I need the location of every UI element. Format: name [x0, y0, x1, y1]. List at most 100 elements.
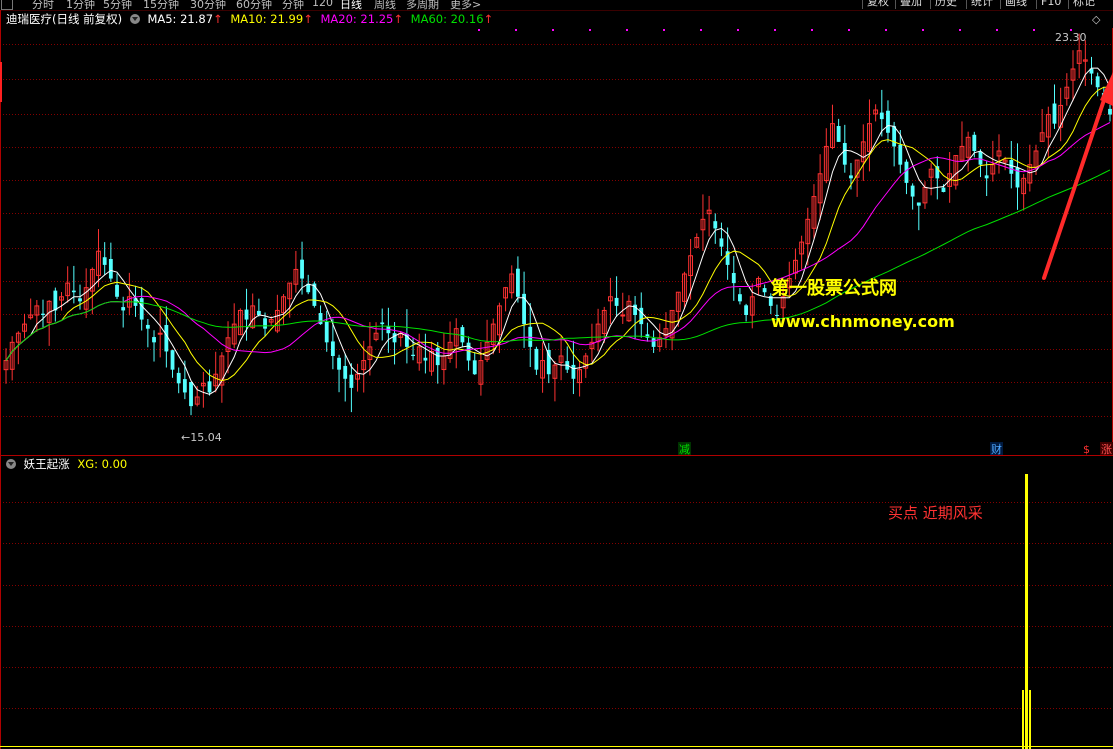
ma10-line	[5, 86, 1110, 382]
candle-body	[300, 259, 304, 279]
candle-body	[886, 110, 890, 133]
candle-body	[941, 187, 946, 192]
candle-body	[571, 364, 576, 379]
candle-body	[972, 134, 977, 151]
candle-body	[108, 258, 113, 279]
candlestick-series	[3, 33, 1112, 416]
candle-body	[892, 126, 897, 147]
candle-body	[152, 337, 156, 343]
event-dot	[959, 29, 961, 31]
event-dot	[552, 29, 554, 31]
event-dot	[737, 29, 739, 31]
candle-body	[256, 310, 261, 315]
event-dot	[996, 29, 998, 31]
event-dot	[811, 29, 813, 31]
event-dot	[774, 29, 776, 31]
ma5-line	[5, 67, 1111, 395]
candle-body	[182, 379, 187, 393]
candle-body	[910, 185, 915, 197]
candle-body	[170, 350, 175, 370]
candle-body	[984, 175, 989, 179]
candle-body	[916, 202, 921, 206]
candle-body	[337, 357, 341, 370]
event-dot	[1033, 29, 1035, 31]
candle-body	[1009, 159, 1014, 174]
candle-body	[836, 125, 841, 142]
candle-body	[115, 284, 119, 297]
candle-body	[176, 372, 181, 384]
candle-body	[842, 143, 847, 165]
candle-body	[1052, 103, 1057, 124]
event-dots	[478, 29, 1072, 31]
grid-lines	[0, 10, 1113, 749]
event-dot	[626, 29, 628, 31]
event-dot	[478, 29, 480, 31]
candle-body	[189, 382, 193, 407]
diamond-icon[interactable]: ◇	[1092, 13, 1101, 26]
buy-note: 买点 近期风采	[888, 504, 983, 522]
candle-body	[719, 238, 724, 247]
candle-body	[349, 374, 354, 388]
moving-average-lines	[5, 67, 1111, 395]
marker-zhang[interactable]: 涨	[1101, 443, 1112, 456]
candle-body	[164, 325, 169, 352]
candle-body	[121, 307, 126, 311]
candle-body	[546, 349, 551, 375]
candle-body	[380, 322, 385, 325]
event-dot	[700, 29, 702, 31]
candle-body	[139, 298, 144, 320]
candle-body	[651, 338, 656, 347]
candle-body	[849, 175, 853, 179]
candle-body	[879, 112, 884, 120]
candle-body	[71, 290, 76, 293]
event-dot	[885, 29, 887, 31]
candle-body	[423, 357, 428, 361]
candle-body	[411, 354, 415, 356]
candle-body	[330, 341, 335, 356]
candle-body	[534, 348, 539, 370]
candle-body	[78, 298, 82, 302]
candle-body	[324, 321, 329, 343]
candle-body	[392, 333, 397, 343]
event-dot	[589, 29, 591, 31]
candle-body	[639, 307, 644, 325]
high-price-label: 23.30	[1055, 31, 1087, 44]
candle-body	[731, 273, 736, 284]
marker-dollar[interactable]: $	[1083, 443, 1090, 456]
candle-body	[898, 144, 903, 165]
candle-body	[53, 290, 58, 311]
candle-body	[515, 268, 520, 297]
marker-jian[interactable]: 减	[679, 443, 690, 456]
marker-cai[interactable]: 财	[991, 442, 1002, 456]
left-edge-highlight	[0, 62, 2, 102]
candle-body	[157, 332, 163, 335]
event-dot	[922, 29, 924, 31]
low-price-label: ←15.04	[181, 431, 222, 444]
candle-body	[102, 257, 107, 265]
watermark-cn: 第一股票公式网	[771, 277, 897, 299]
event-dot	[848, 29, 850, 31]
watermark-url: www.chnmoney.com	[771, 312, 955, 331]
chart-canvas[interactable]: 23.30 ◇ ←15.04 第一股票公式网 www.chnmoney.com …	[0, 0, 1113, 749]
candle-body	[207, 381, 212, 393]
candle-body	[713, 221, 718, 229]
candle-body	[472, 360, 477, 375]
candle-body	[744, 305, 749, 315]
candle-body	[978, 151, 983, 165]
xg-signal-bar-right	[1029, 690, 1031, 749]
candle-body	[343, 365, 348, 379]
ma60-line	[5, 169, 1111, 361]
candle-body	[41, 313, 45, 315]
xg-signal-bar	[1025, 474, 1028, 749]
candle-body	[620, 314, 626, 317]
event-dot	[663, 29, 665, 31]
candle-body	[1095, 76, 1100, 88]
candle-body	[614, 297, 619, 306]
xg-signal-bar-left	[1022, 690, 1024, 749]
candle-body	[244, 309, 249, 320]
candle-body	[738, 294, 742, 302]
candle-body	[460, 327, 465, 343]
candle-body	[762, 288, 767, 293]
event-dot	[515, 29, 517, 31]
candle-body	[1108, 108, 1112, 115]
